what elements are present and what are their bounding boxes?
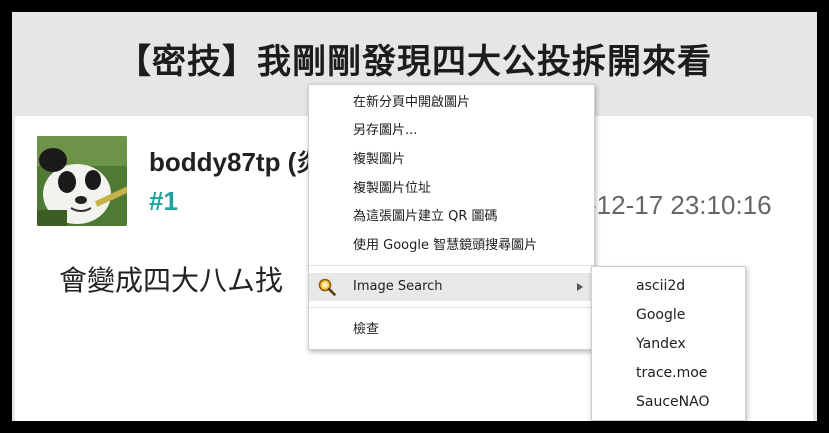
menu-copy-image[interactable]: 複製圖片 xyxy=(309,146,594,174)
menu-create-qr-code[interactable]: 為這張圖片建立 QR 圖碼 xyxy=(309,203,594,231)
menu-item-label: 在新分頁中開啟圖片 xyxy=(353,95,471,110)
submenu-item-label: trace.moe xyxy=(636,365,708,381)
menu-image-search[interactable]: Image Search xyxy=(309,273,594,301)
menu-inspect[interactable]: 檢查 xyxy=(309,316,594,344)
magnifier-icon xyxy=(318,278,336,296)
menu-open-image-new-tab[interactable]: 在新分頁中開啟圖片 xyxy=(309,89,594,117)
panda-avatar-icon xyxy=(37,136,127,226)
menu-item-label: 複製圖片 xyxy=(353,152,406,167)
menu-item-label: 為這張圖片建立 QR 圖碼 xyxy=(353,209,498,224)
username[interactable]: boddy87tp (炎 xyxy=(149,142,322,179)
submenu-ascii2d[interactable]: ascii2d xyxy=(592,272,745,301)
menu-item-label: Image Search xyxy=(353,279,443,294)
submenu-saucenao[interactable]: SauceNAO xyxy=(592,388,745,417)
menu-copy-image-address[interactable]: 複製圖片位址 xyxy=(309,175,594,203)
image-context-menu: 在新分頁中開啟圖片 另存圖片... 複製圖片 複製圖片位址 為這張圖片建立 QR… xyxy=(308,84,595,350)
image-search-submenu: ascii2d Google Yandex trace.moe SauceNAO xyxy=(591,266,746,421)
submenu-item-label: SauceNAO xyxy=(636,394,710,410)
menu-separator xyxy=(309,265,594,266)
menu-item-label: 複製圖片位址 xyxy=(353,181,432,196)
menu-save-image-as[interactable]: 另存圖片... xyxy=(309,117,594,145)
submenu-yandex[interactable]: Yandex xyxy=(592,330,745,359)
avatar[interactable] xyxy=(37,136,127,226)
submenu-google[interactable]: Google xyxy=(592,301,745,330)
menu-separator xyxy=(309,307,594,308)
post-body-text: 會變成四大八ム找 xyxy=(59,264,284,297)
submenu-item-label: Google xyxy=(636,307,686,323)
post-title: 【密技】我剛剛發現四大公投拆開來看 xyxy=(117,42,712,82)
menu-item-label: 使用 Google 智慧鏡頭搜尋圖片 xyxy=(353,238,538,253)
submenu-arrow-icon xyxy=(577,283,583,291)
submenu-trace-moe[interactable]: trace.moe xyxy=(592,359,745,388)
floor-number[interactable]: #1 xyxy=(149,186,178,217)
menu-item-label: 檢查 xyxy=(353,322,380,337)
submenu-item-label: ascii2d xyxy=(636,278,686,294)
menu-google-lens-search[interactable]: 使用 Google 智慧鏡頭搜尋圖片 xyxy=(309,232,594,260)
post-timestamp: -12-17 23:10:16 xyxy=(588,190,772,220)
submenu-item-label: Yandex xyxy=(636,336,686,352)
menu-item-label: 另存圖片... xyxy=(353,123,418,138)
